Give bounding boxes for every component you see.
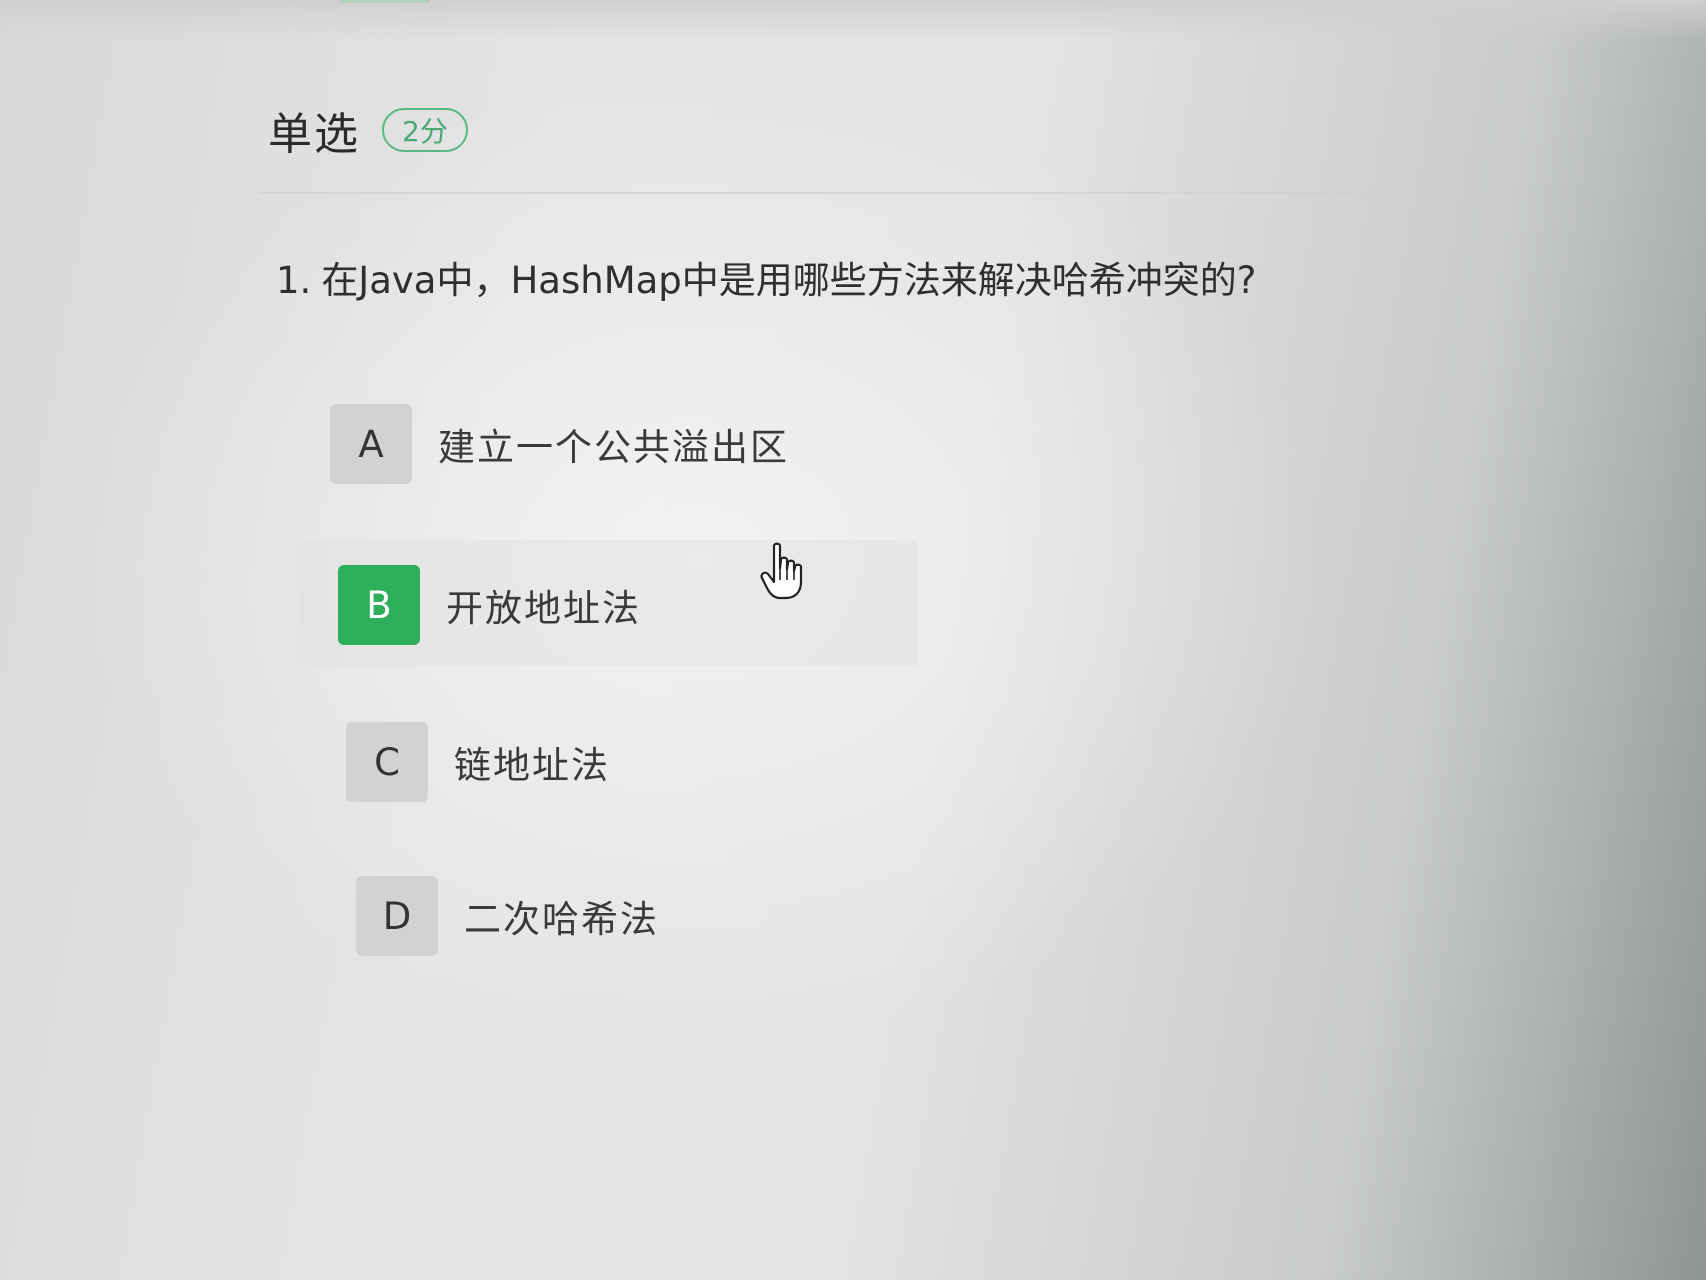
option-c[interactable]: C 链地址法: [346, 722, 610, 802]
score-badge: 2分: [382, 108, 468, 152]
option-letter: C: [346, 722, 428, 802]
option-text: 链地址法: [454, 744, 610, 787]
question: 1. 在Java中，HashMap中是用哪些方法来解决哈希冲突的?: [276, 250, 1256, 304]
option-text: 开放地址法: [446, 587, 641, 630]
option-letter: A: [330, 404, 412, 484]
divider: [258, 192, 1438, 194]
top-accent-bar: [340, 0, 430, 3]
question-number: 1.: [276, 259, 312, 302]
top-strip: [0, 0, 1706, 40]
option-letter: B: [338, 565, 420, 645]
question-text: 在Java中，HashMap中是用哪些方法来解决哈希冲突的?: [321, 259, 1257, 302]
option-b[interactable]: B 开放地址法: [338, 565, 641, 645]
section-header: 单选 2分: [268, 98, 468, 162]
option-text: 建立一个公共溢出区: [438, 426, 789, 469]
option-text: 二次哈希法: [464, 898, 659, 941]
option-a[interactable]: A 建立一个公共溢出区: [330, 404, 789, 484]
hand-pointer-icon: [760, 542, 803, 600]
section-title: 单选: [268, 109, 360, 160]
screen: 单选 2分 1. 在Java中，HashMap中是用哪些方法来解决哈希冲突的? A…: [0, 0, 1706, 1280]
option-d[interactable]: D 二次哈希法: [356, 876, 659, 956]
option-letter: D: [356, 876, 438, 956]
